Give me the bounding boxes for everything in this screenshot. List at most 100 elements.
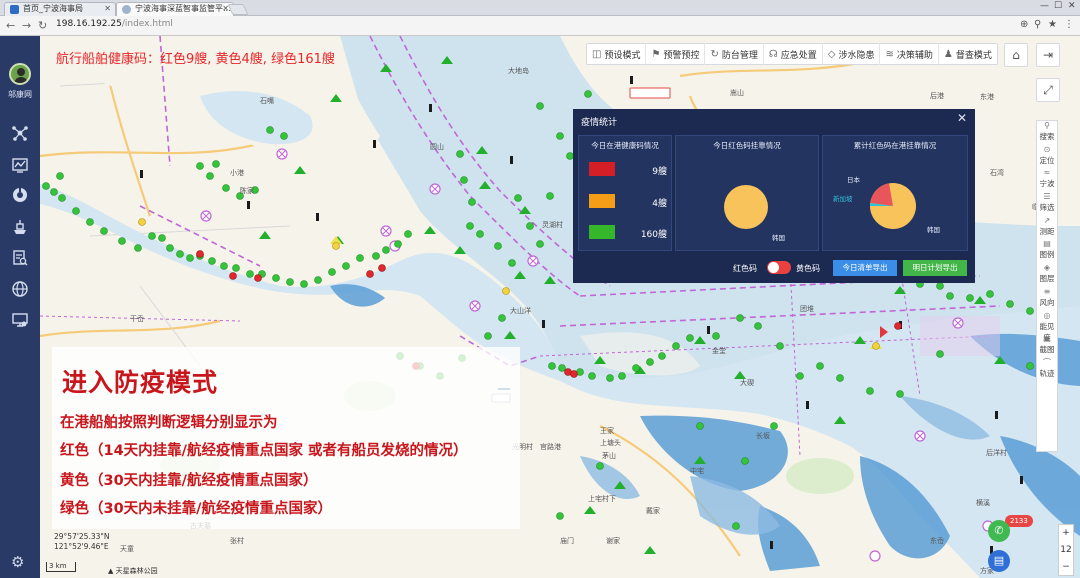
zoom-out-button[interactable]: − <box>1059 559 1073 576</box>
emergency-icon: ☊ <box>768 48 778 60</box>
place-label: 大碶 <box>740 379 754 387</box>
document-icon: ▤ <box>993 554 1005 567</box>
tool-label: 定位 <box>1039 155 1055 165</box>
emergency-button[interactable]: ☊ 应急处置 <box>764 43 823 65</box>
close-icon[interactable]: ✕ <box>957 111 967 125</box>
place-label: 大山洋 <box>510 307 531 315</box>
chart-icon[interactable] <box>11 156 29 174</box>
wave-icon: ≈ <box>1043 168 1051 178</box>
preset-mode-button[interactable]: ◫ 预设模式 <box>587 43 647 65</box>
overlay-line: 在港船舶按照判断逻辑分别显示为 <box>60 415 278 431</box>
window-close-icon[interactable]: ✕ <box>1068 1 1076 11</box>
red-count: 9艘 <box>652 167 667 177</box>
tool-track[interactable]: ⌒ 轨迹 <box>1037 358 1057 382</box>
home-button[interactable]: ⌂ <box>1004 43 1028 67</box>
export-tomorrow-plan-button[interactable]: 明日计划导出 <box>903 260 967 276</box>
forward-icon[interactable]: → <box>22 19 31 32</box>
cumulative-red-card: 累计红色码在港挂靠情况 日本 新加坡 韩国 <box>822 135 968 251</box>
decision-support-button[interactable]: ≋ 决策辅助 <box>880 43 939 65</box>
place-label: 圆山 <box>430 143 444 151</box>
zoom-icon[interactable]: ⊕ <box>1020 19 1028 30</box>
place-label: 茅山 <box>602 452 616 460</box>
browser-tab-platform[interactable]: 宁波海事深蓝智事监管平... ✕ <box>116 2 234 16</box>
gear-icon[interactable]: ⚙ <box>11 553 24 571</box>
browser-tab-home[interactable]: 首页_宁波海事局 ✕ <box>4 2 116 16</box>
monitor-icon[interactable] <box>11 311 29 329</box>
logout-button[interactable]: ⇥ <box>1036 43 1060 67</box>
pie-label: 韩国 <box>927 226 940 234</box>
chart-map[interactable]: 大地岛 圆山 东港 临港 后港 石湾 嵩山 大山洋 明安 灵湖村 长坂 中宅 金… <box>40 36 1080 578</box>
pie-slice-japan[interactable] <box>870 183 893 206</box>
place-label: 上宅村下 <box>588 495 616 503</box>
legend-row-red: 9艘 <box>589 162 667 177</box>
shield-icon: ◇ <box>827 48 836 60</box>
star-icon[interactable]: ★ <box>1048 19 1057 30</box>
today-red-card: 今日红色码挂靠情况 韩国 <box>675 135 819 251</box>
network-icon[interactable] <box>11 124 29 142</box>
export-today-list-button[interactable]: 今日清单导出 <box>833 260 897 276</box>
close-icon[interactable]: ✕ <box>104 3 111 15</box>
toolbar-label: 决策辅助 <box>896 50 933 61</box>
toolbar-label: 督查模式 <box>955 50 992 61</box>
place-label: 灵湖村 <box>542 221 563 229</box>
place-label: 团堆 <box>800 305 814 313</box>
tool-screenshot[interactable]: ▣ 截图 <box>1037 334 1057 358</box>
filter-icon: ☰ <box>1043 192 1051 202</box>
url-field[interactable]: 198.16.192.25/index.html <box>56 19 173 29</box>
back-icon[interactable]: ← <box>6 19 15 32</box>
minimize-icon[interactable]: — <box>1040 1 1049 11</box>
place-label: 东岙 <box>930 537 944 545</box>
yellow-count: 4艘 <box>652 199 667 209</box>
left-sidebar: 邬康网 ⚙ <box>0 36 40 578</box>
pie-slice-korea[interactable] <box>724 185 768 229</box>
toggle-label-red: 红色码 <box>733 264 757 273</box>
tool-wind[interactable]: ≡ 风向 <box>1037 287 1057 311</box>
inspection-mode-button[interactable]: ♟ 督查模式 <box>939 43 997 65</box>
globe-icon[interactable] <box>11 280 29 298</box>
panel-footer: 红色码 黄色码 今日清单导出 明日计划导出 <box>573 260 975 276</box>
pin-icon[interactable]: ⚲ <box>1034 19 1041 30</box>
place-label: 长坂 <box>756 432 770 440</box>
tool-layers[interactable]: ◈ 图层 <box>1037 263 1057 287</box>
tool-label: 图层 <box>1039 274 1055 284</box>
fullscreen-button[interactable]: ⤢ <box>1036 78 1060 102</box>
today-red-pie[interactable] <box>723 184 769 230</box>
place-label: 后洋村 <box>986 449 1007 457</box>
green-swatch <box>589 225 615 239</box>
hazard-button[interactable]: ◇ 涉水隐患 <box>823 43 881 65</box>
tool-filter[interactable]: ☰ 筛选 <box>1037 192 1057 216</box>
document-button[interactable]: ▤ <box>988 550 1010 572</box>
inspect-icon: ♟ <box>943 48 953 60</box>
alert-control-button[interactable]: ⚑ 预警预控 <box>646 43 706 65</box>
zoom-in-button[interactable]: + <box>1059 525 1073 542</box>
typhoon-management-button[interactable]: ↻ 防台管理 <box>705 43 764 65</box>
place-label: 干岙 <box>130 315 144 323</box>
tool-measure[interactable]: ↗ 测距 <box>1037 216 1057 240</box>
track-icon: ⌒ <box>1043 357 1051 367</box>
phone-button[interactable]: ✆ <box>988 520 1010 542</box>
card-title: 今日红色码挂靠情况 <box>713 141 781 150</box>
dashboard-icon[interactable] <box>11 186 29 204</box>
zoom-level: 12 <box>1060 545 1072 555</box>
document-search-icon[interactable] <box>11 249 29 267</box>
yellow-swatch <box>589 194 615 208</box>
ship-icon[interactable] <box>11 218 29 236</box>
menu-icon[interactable]: ⋮ <box>1064 19 1074 30</box>
maximize-icon[interactable]: ☐ <box>1054 1 1062 11</box>
overlay-line: 红色（14天内挂靠/航经疫情重点国家 或者有船员发烧的情况） <box>60 443 468 459</box>
place-label: 嵩山 <box>730 89 744 97</box>
cumulative-pie[interactable] <box>869 182 917 230</box>
tool-wave[interactable]: ≈ 宁波 <box>1037 168 1057 192</box>
color-code-toggle[interactable] <box>767 261 791 274</box>
toolbar-label: 预警预控 <box>663 50 700 61</box>
reload-icon[interactable]: ↻ <box>38 19 47 32</box>
avatar[interactable] <box>9 63 31 85</box>
tool-locate[interactable]: ⊙ 定位 <box>1037 145 1057 169</box>
scale-bar: 3 km <box>46 562 76 572</box>
place-label: 谢家 <box>606 537 620 545</box>
panel-title: 疫情统计 <box>581 118 618 128</box>
tool-search[interactable]: ⚲ 搜索 <box>1037 121 1057 145</box>
tab-label: 首页_宁波海事局 <box>23 4 83 13</box>
tool-visibility[interactable]: ◎ 能见度 <box>1037 311 1057 342</box>
tool-legend[interactable]: ▤ 图例 <box>1037 239 1057 263</box>
